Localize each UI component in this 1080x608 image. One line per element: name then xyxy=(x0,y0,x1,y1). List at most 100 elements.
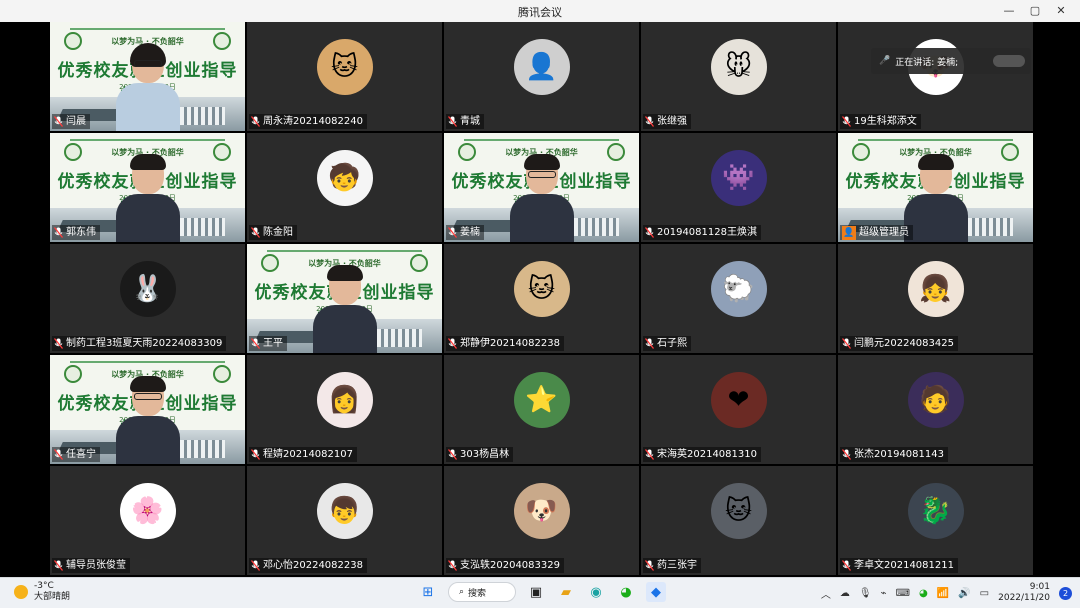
participant-avatar: 🌸 xyxy=(119,483,176,539)
avatar-image-icon: 👩 xyxy=(328,385,361,415)
participant-tile[interactable]: 👩 程婧20214082107 xyxy=(247,355,442,464)
mic-muted-icon xyxy=(645,449,654,460)
banner-line xyxy=(70,28,225,30)
mic-muted-icon xyxy=(448,560,457,571)
participant-nametag: 王平 xyxy=(249,336,287,351)
participant-tile[interactable]: 🐉 李卓文20214081211 xyxy=(838,466,1033,575)
participant-name: 20194081128王焕淇 xyxy=(657,227,757,238)
participant-nametag: 支泓轶20204083329 xyxy=(446,558,564,573)
microphone-icon[interactable]: 🎙 xyxy=(859,588,872,599)
participant-name: 药三张宇 xyxy=(657,560,697,571)
person-hair xyxy=(917,154,954,170)
participant-name: 张杰20194081143 xyxy=(854,449,944,460)
avatar-image-icon: 🧑 xyxy=(919,385,952,415)
taskbar-search[interactable]: ⌕ 搜索 xyxy=(448,582,516,602)
participant-name: 辅导员张俊莹 xyxy=(66,560,126,571)
system-clock[interactable]: 9:01 2022/11/20 xyxy=(998,582,1050,604)
weather-sun-icon xyxy=(14,585,28,599)
wechat-icon[interactable]: ◕ xyxy=(616,582,636,602)
participant-tile[interactable]: 🐑 石子熙 xyxy=(641,244,836,353)
person-hair xyxy=(129,376,166,392)
mic-muted-icon xyxy=(842,560,851,571)
keyboard-icon[interactable]: ⌨ xyxy=(896,588,910,599)
participant-nametag: 张继强 xyxy=(643,114,691,129)
participant-nametag: 303杨昌林 xyxy=(446,447,514,462)
participant-tile[interactable]: 🐰 制药工程3班夏天雨20224083309 xyxy=(50,244,245,353)
participant-tile[interactable]: 👦 邓心怡20224082238 xyxy=(247,466,442,575)
volume-icon[interactable]: 🔊 xyxy=(958,588,970,599)
participant-nametag: 郑静伊20214082238 xyxy=(446,336,564,351)
cloud-icon[interactable]: ☁ xyxy=(840,588,850,599)
edge-browser-icon[interactable]: ◉ xyxy=(586,582,606,602)
participant-tile[interactable]: 🐱 药三张宇 xyxy=(641,466,836,575)
battery-icon[interactable]: ▭ xyxy=(980,588,989,599)
task-view-icon[interactable]: ▣ xyxy=(526,582,546,602)
participant-tile[interactable]: 以梦为马 · 不负韶华优秀校友就业创业指导报告会2022年11月20日王平 xyxy=(247,244,442,353)
mic-muted-icon xyxy=(448,338,457,349)
mic-muted-icon xyxy=(54,560,63,571)
participant-tile[interactable]: 🐶 支泓轶20204083329 xyxy=(444,466,639,575)
person-body xyxy=(903,194,968,242)
participant-avatar: 👧 xyxy=(907,261,964,317)
close-button[interactable]: ✕ xyxy=(1050,2,1072,20)
chevron-up-icon[interactable]: ︿ xyxy=(821,586,831,601)
participant-avatar: ❤ xyxy=(710,372,767,428)
participant-nametag: 周永涛20214082240 xyxy=(249,114,367,129)
mic-muted-icon xyxy=(645,116,654,127)
participant-tile[interactable]: ⭐ 303杨昌林 xyxy=(444,355,639,464)
participant-avatar: 👤 xyxy=(513,39,570,95)
participant-tile[interactable]: 🌸 辅导员张俊莹 xyxy=(50,466,245,575)
participant-nametag: 辅导员张俊莹 xyxy=(52,558,130,573)
participant-nametag: 药三张宇 xyxy=(643,558,701,573)
wechat-tray-icon[interactable]: ◕ xyxy=(919,588,928,599)
participant-tile[interactable]: 👧 闫鹏元20224083425 xyxy=(838,244,1033,353)
participant-tile[interactable]: 以梦为马 · 不负韶华优秀校友就业创业指导报告会2022年11月20日任喜宁 xyxy=(50,355,245,464)
participant-tile[interactable]: 🧒 陈金阳 xyxy=(247,133,442,242)
avatar-image-icon: ⭐ xyxy=(525,385,558,415)
notification-badge[interactable]: 2 xyxy=(1059,586,1072,600)
participant-nametag: 邓心怡20224082238 xyxy=(249,558,367,573)
participant-tile[interactable]: 以梦为马 · 不负韶华优秀校友就业创业指导报告会2022年11月20日姜楠 xyxy=(444,133,639,242)
participant-tile[interactable]: 🐱 周永涛20214082240 xyxy=(247,22,442,131)
file-explorer-icon[interactable]: ▰ xyxy=(556,582,576,602)
participant-name: 李卓文20214081211 xyxy=(854,560,954,571)
banner-line xyxy=(267,250,422,252)
participant-avatar: 👾 xyxy=(710,150,767,206)
avatar-image-icon: 👧 xyxy=(919,274,952,304)
participant-tile[interactable]: 🐭 张继强 xyxy=(641,22,836,131)
avatar-image-icon: 👾 xyxy=(722,163,755,193)
participant-tile[interactable]: 👤 青城 xyxy=(444,22,639,131)
avatar-image-icon: 🌸 xyxy=(131,496,164,526)
participant-tile[interactable]: 👾 20194081128王焕淇 xyxy=(641,133,836,242)
participant-name: 19生科郑添文 xyxy=(854,116,917,127)
participant-name: 石子熙 xyxy=(657,338,687,349)
participant-name: 周永涛20214082240 xyxy=(263,116,363,127)
clock-date: 2022/11/20 xyxy=(998,593,1050,603)
tencent-meeting-icon[interactable]: ◆ xyxy=(646,582,666,602)
participant-nametag: 制药工程3班夏天雨20224083309 xyxy=(52,336,227,351)
participant-tile[interactable]: 🧑 张杰20194081143 xyxy=(838,355,1033,464)
participant-tile[interactable]: 以梦为马 · 不负韶华优秀校友就业创业指导报告会2022年11月20日👤超级管理… xyxy=(838,133,1033,242)
person-body xyxy=(115,416,180,464)
glasses-icon xyxy=(133,60,162,67)
weather-widget[interactable]: -3°C 大部晴朗 xyxy=(14,581,70,603)
wifi-icon[interactable]: 📶 xyxy=(937,588,949,599)
mic-muted-icon xyxy=(251,227,260,238)
search-label: 搜索 xyxy=(468,588,487,599)
participant-name: 支泓轶20204083329 xyxy=(460,560,560,571)
participant-tile[interactable]: ❤ 宋海英20214081310 xyxy=(641,355,836,464)
minimize-button[interactable]: — xyxy=(998,2,1020,20)
participant-tile[interactable]: 以梦为马 · 不负韶华优秀校友就业创业指导报告会2022年11月20日郭东伟 xyxy=(50,133,245,242)
participant-tile[interactable]: 🐱 郑静伊20214082238 xyxy=(444,244,639,353)
participant-nametag: 程婧20214082107 xyxy=(249,447,357,462)
usb-icon[interactable]: ⌁ xyxy=(881,588,887,599)
participant-person xyxy=(115,376,180,464)
mic-muted-icon xyxy=(448,116,457,127)
participant-tile[interactable]: 🐶19生科郑添文🎤正在讲话: 姜楠; xyxy=(838,22,1033,131)
mic-muted-icon xyxy=(54,338,63,349)
speaking-indicator: 🎤 正在讲话: 姜楠; xyxy=(871,48,1031,74)
participant-tile[interactable]: 以梦为马 · 不负韶华优秀校友就业创业指导报告会2022年11月20日闫晨 xyxy=(50,22,245,131)
windows-start-icon[interactable]: ⊞ xyxy=(418,582,438,602)
maximize-button[interactable]: ▢ xyxy=(1024,2,1046,20)
speaking-label: 正在讲话: 姜楠; xyxy=(895,57,959,68)
